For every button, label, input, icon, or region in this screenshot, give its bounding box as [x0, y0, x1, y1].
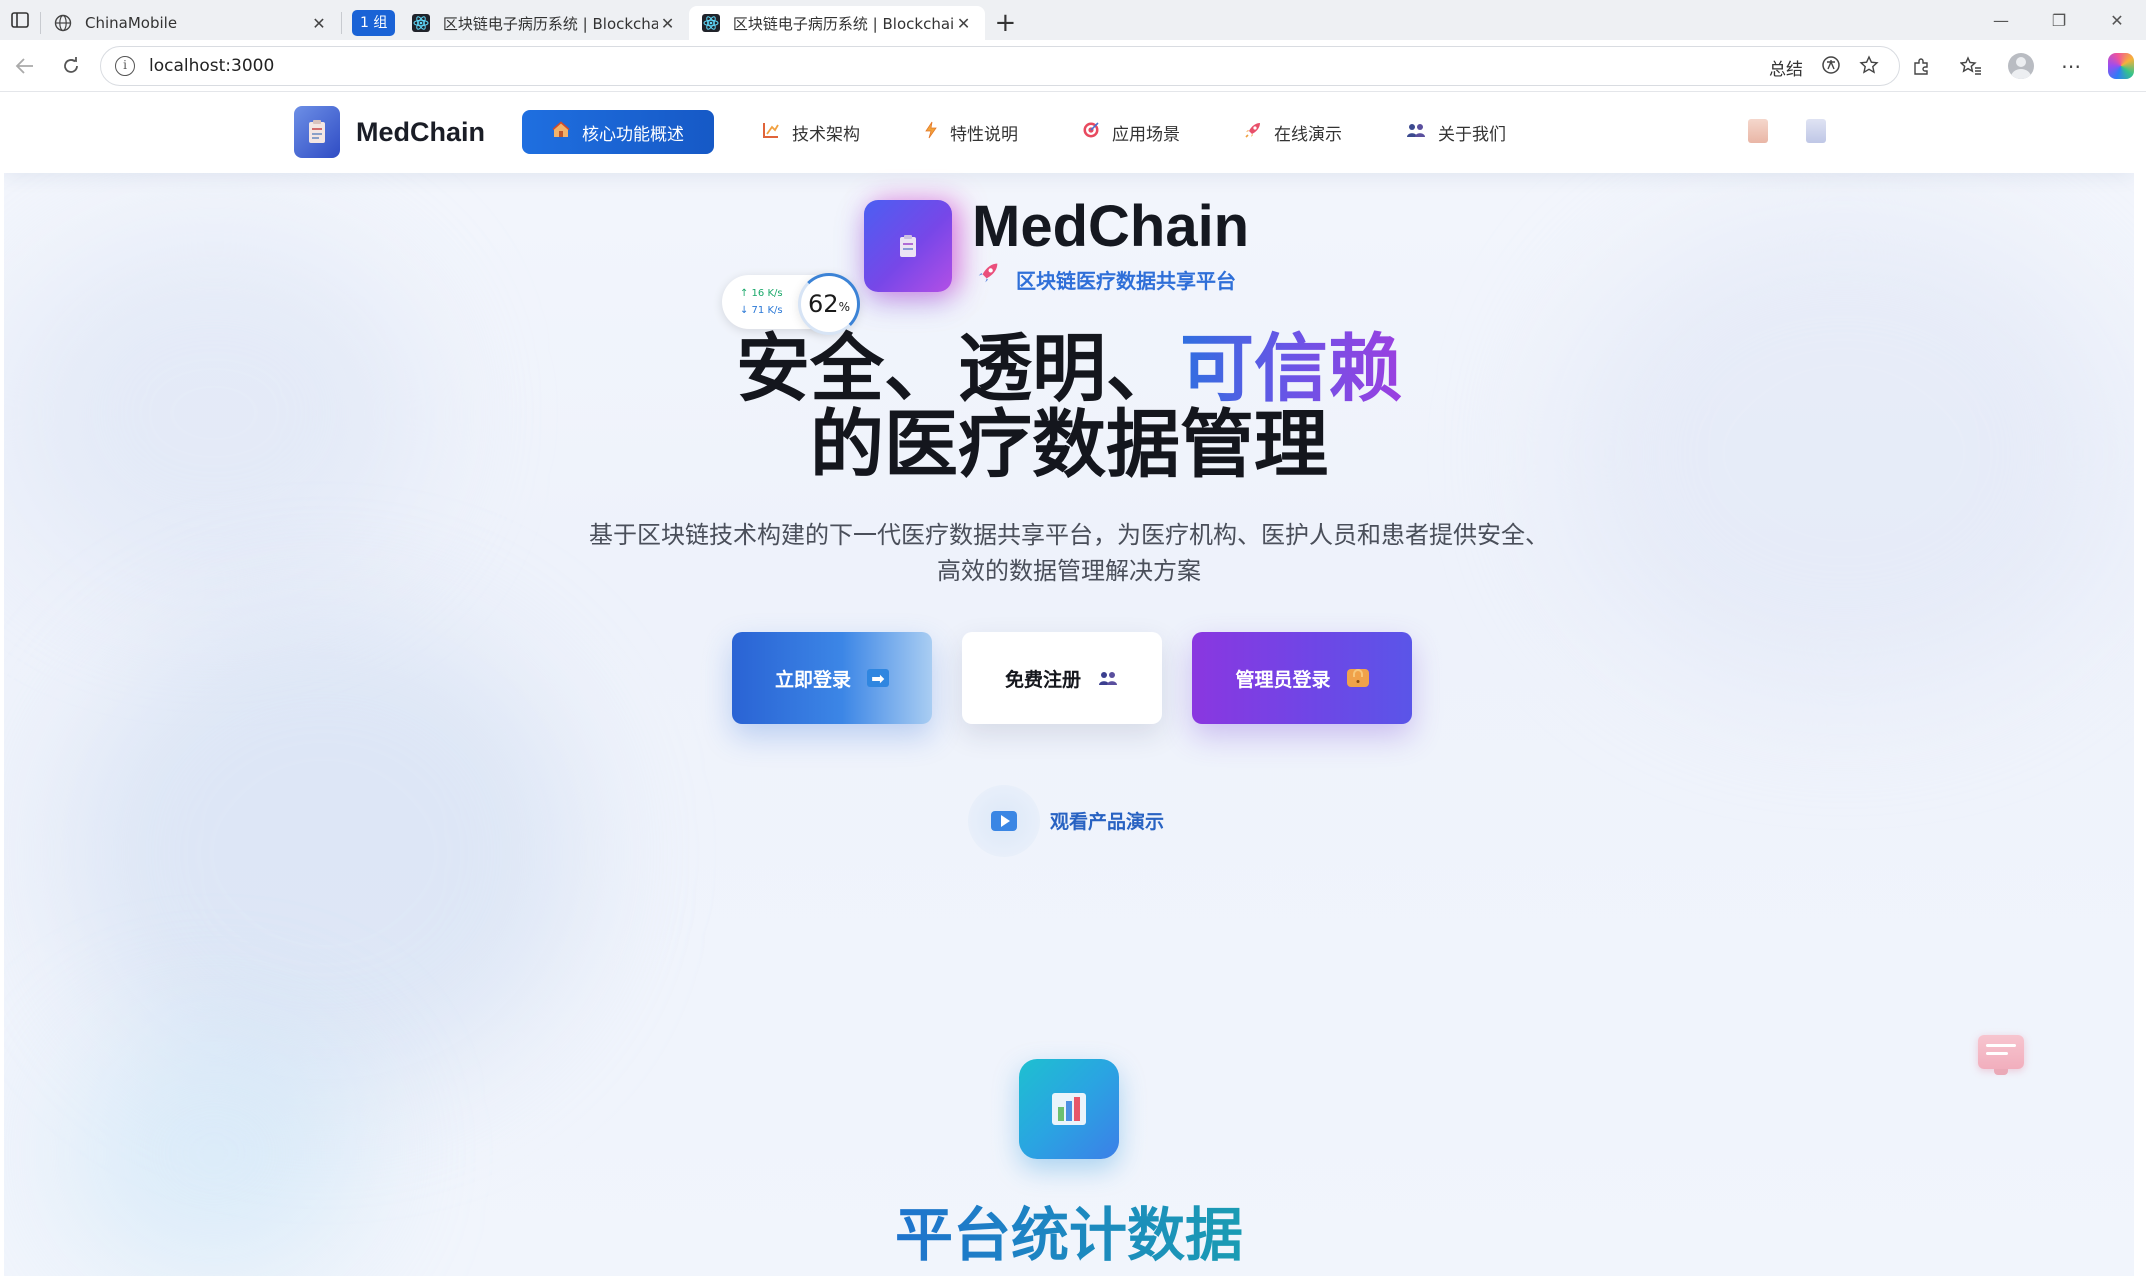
headline-text: 安全、透明、 — [736, 326, 1180, 412]
browser-toolbar-right: ⋯ — [1896, 40, 2146, 92]
copilot-icon[interactable] — [2096, 40, 2146, 92]
headline-highlight: 可信赖 — [1180, 326, 1402, 412]
lightning-icon — [924, 121, 938, 143]
document-icon[interactable] — [1806, 119, 1826, 143]
nav-tools — [1748, 119, 1826, 143]
tab-group-badge[interactable]: 1 组 — [352, 10, 396, 36]
nav-item-label: 关于我们 — [1438, 124, 1506, 145]
target-icon — [1082, 121, 1100, 143]
register-button[interactable]: 免费注册 — [962, 632, 1162, 724]
extensions-icon[interactable] — [1896, 40, 1946, 92]
site-info-icon[interactable]: i — [115, 56, 135, 76]
nav-item-features[interactable]: 特性说明 — [896, 110, 1046, 154]
close-window-icon[interactable]: ✕ — [2088, 0, 2146, 40]
admin-button-label: 管理员登录 — [1235, 668, 1331, 691]
nav-item-label: 特性说明 — [950, 124, 1018, 145]
react-icon — [701, 13, 721, 33]
nav-item-label: 在线演示 — [1274, 124, 1342, 145]
home-icon — [552, 121, 570, 143]
react-icon — [411, 13, 431, 33]
users-icon — [1097, 669, 1119, 687]
bar-chart-icon — [1019, 1059, 1119, 1159]
hero-headline: 安全、透明、可信赖 的医疗数据管理 — [4, 331, 2134, 483]
hero-brand: MedChain — [972, 194, 1250, 259]
blueprint-icon — [762, 121, 780, 143]
watch-demo-link[interactable]: 观看产品演示 — [1050, 807, 1164, 834]
nav-item-demo[interactable]: 在线演示 — [1216, 110, 1370, 154]
play-demo-button[interactable] — [968, 785, 1040, 857]
tab-actions-icon[interactable] — [0, 0, 40, 40]
tab-title: 区块链电子病历系统 | Blockchain — [442, 14, 658, 33]
admin-login-button[interactable]: 管理员登录 — [1192, 632, 1412, 724]
arrow-right-icon: ➡ — [867, 669, 889, 688]
nav-item-architecture[interactable]: 技术架构 — [734, 110, 888, 154]
headline-line-1: 安全、透明、可信赖 — [4, 331, 2134, 407]
download-speed: ↓ 71 K/s — [740, 305, 783, 316]
login-button[interactable]: 立即登录 ➡ — [732, 632, 932, 724]
favorites-icon[interactable] — [1946, 40, 1996, 92]
register-button-label: 免费注册 — [1004, 668, 1081, 691]
main-nav: 核心功能概述 技术架构 特性说明 应用场景 在线演示 关于我们 — [522, 110, 1542, 154]
nav-item-scenarios[interactable]: 应用场景 — [1054, 110, 1208, 154]
hero-subtitle: 基于区块链技术构建的下一代医疗数据共享平台，为医疗机构、医护人员和患者提供安全、… — [589, 521, 1549, 585]
stats-section-title: 平台统计数据 — [4, 1188, 2134, 1272]
nav-item-overview[interactable]: 核心功能概述 — [522, 110, 714, 154]
nav-item-about[interactable]: 关于我们 — [1378, 110, 1534, 154]
lock-icon — [1346, 669, 1369, 687]
login-button-label: 立即登录 — [774, 668, 851, 691]
window-controls: — ❐ ✕ — [1972, 0, 2146, 40]
minimize-icon[interactable]: — — [1972, 0, 2030, 40]
tab-title: ChinaMobile — [85, 14, 178, 32]
background-blob — [64, 613, 584, 1093]
reload-icon[interactable] — [48, 43, 94, 89]
clipboard-icon[interactable] — [1748, 119, 1768, 143]
url-actions: 总结 — [1769, 47, 1879, 87]
rocket-icon — [976, 261, 1000, 291]
brand[interactable]: MedChain — [294, 106, 485, 158]
summary-button[interactable]: 总结 — [1769, 55, 1803, 80]
nav-item-label: 应用场景 — [1112, 124, 1180, 145]
new-tab-button[interactable]: + — [985, 6, 1025, 40]
tab-medchain-2[interactable]: 区块链电子病历系统 | Blockchain ✕ — [689, 6, 986, 40]
restore-icon[interactable]: ❐ — [2030, 0, 2088, 40]
nav-item-label: 技术架构 — [792, 124, 860, 145]
url-text: localhost:3000 — [149, 56, 275, 76]
headline-line-2: 的医疗数据管理 — [810, 402, 1328, 488]
users-icon — [1406, 122, 1426, 142]
close-icon[interactable]: ✕ — [658, 14, 678, 33]
url-bar[interactable]: i localhost:3000 总结 — [100, 46, 1900, 86]
play-icon — [991, 811, 1017, 831]
speed-readout: ↑ 16 K/s ↓ 71 K/s — [740, 285, 783, 319]
site-navbar: MedChain 核心功能概述 技术架构 特性说明 应用场景 在线演示 关于我们 — [4, 93, 2134, 173]
close-icon[interactable]: ✕ — [954, 14, 974, 33]
back-arrow-icon[interactable] — [2, 43, 48, 89]
upload-speed: ↑ 16 K/s — [740, 288, 783, 299]
gauge-unit: % — [838, 300, 850, 314]
rocket-icon — [1244, 121, 1262, 143]
globe-icon — [53, 13, 73, 33]
close-icon[interactable]: ✕ — [309, 14, 329, 33]
gauge-value: 62 — [808, 290, 839, 318]
browser-tab-bar: ChinaMobile ✕ 1 组 区块链电子病历系统 | Blockchain… — [0, 0, 2146, 40]
page-viewport: MedChain 核心功能概述 技术架构 特性说明 应用场景 在线演示 关于我们… — [4, 93, 2134, 1276]
hero-tagline: 区块链医疗数据共享平台 — [1016, 269, 1236, 293]
medical-record-icon — [294, 106, 340, 158]
nav-item-label: 核心功能概述 — [582, 124, 684, 145]
hero-logo-icon — [864, 200, 952, 292]
floating-chat-icon[interactable] — [1978, 1035, 2024, 1075]
tab-chinamobile[interactable]: ChinaMobile ✕ — [41, 6, 341, 40]
tab-separator — [341, 12, 342, 34]
more-menu-icon[interactable]: ⋯ — [2046, 40, 2096, 92]
tab-medchain-1[interactable]: 区块链电子病历系统 | Blockchain ✕ — [399, 6, 689, 40]
profile-avatar[interactable] — [1996, 40, 2046, 92]
translate-icon[interactable] — [1821, 55, 1841, 80]
brand-name: MedChain — [356, 116, 486, 147]
tab-title: 区块链电子病历系统 | Blockchain — [732, 14, 954, 33]
address-toolbar: i localhost:3000 总结 ⋯ — [0, 40, 2146, 92]
favorite-star-icon[interactable] — [1859, 54, 1879, 80]
